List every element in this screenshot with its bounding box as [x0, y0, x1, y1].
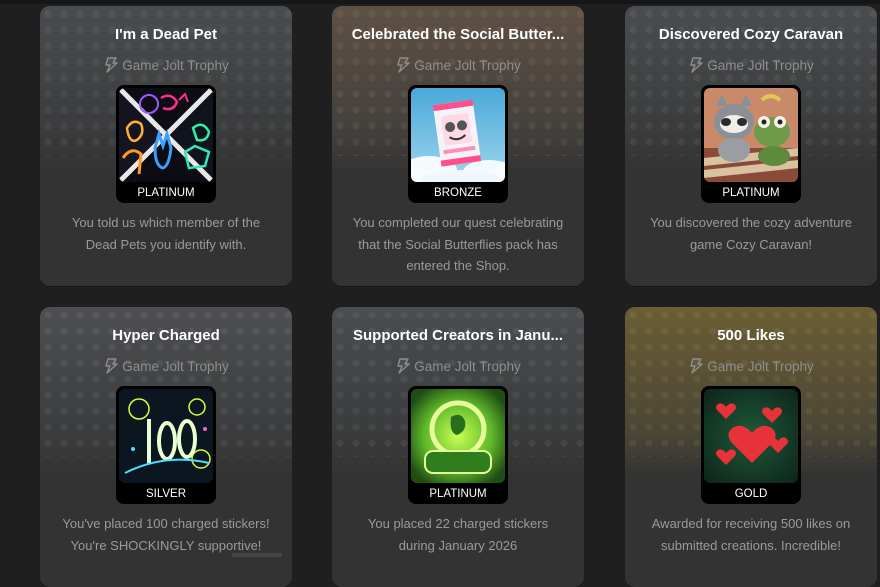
trophy-title: Hyper Charged — [112, 327, 220, 344]
trophy-description: You discovered the cozy adventure game C… — [650, 215, 852, 252]
trophy-thumbnail: PLATINUM — [408, 386, 508, 504]
trophy-source: Game Jolt Trophy — [332, 358, 584, 377]
trophy-thumbnail: GOLD — [701, 386, 801, 504]
trophy-title: I'm a Dead Pet — [115, 26, 217, 43]
trophy-card-cozy-caravan[interactable]: Discovered Cozy Caravan Game Jolt Trophy — [625, 6, 877, 286]
trophy-source: Game Jolt Trophy — [332, 57, 584, 76]
trophy-tier: BRONZE — [434, 187, 482, 199]
trophy-title: 500 Likes — [717, 327, 785, 344]
trophy-thumbnail: SILVER — [116, 386, 216, 504]
trophy-source-label: Game Jolt Trophy — [707, 58, 814, 73]
sticker-pack-art-icon — [411, 88, 505, 182]
trophy-tier: SILVER — [145, 488, 187, 500]
trophy-card-hyper-charged[interactable]: Hyper Charged Game Jolt Trophy SILVER Yo… — [40, 307, 292, 587]
trophy-card-supported-creators[interactable]: Supported Creators in Janu... Game Jolt … — [332, 307, 584, 587]
game-jolt-bolt-icon — [688, 57, 704, 76]
trophy-title: Supported Creators in Janu... — [352, 327, 564, 344]
trophy-card-social-butterflies[interactable]: Celebrated the Social Butter... Game Jol… — [332, 6, 584, 286]
trophy-source-label: Game Jolt Trophy — [122, 58, 229, 73]
trophy-thumbnail: PLATINUM — [116, 85, 216, 203]
trophy-tier: PLATINUM — [137, 187, 195, 199]
scroll-indicator[interactable] — [232, 553, 282, 557]
trophy-grid: I'm a Dead Pet Game Jolt Trophy PLATINUM… — [0, 0, 880, 587]
trophy-source-label: Game Jolt Trophy — [414, 359, 521, 374]
game-jolt-bolt-icon — [395, 358, 411, 377]
hyper-charged-art-icon — [119, 389, 213, 483]
trophy-description: You completed our quest celebrating that… — [352, 215, 564, 273]
trophy-source: Game Jolt Trophy — [40, 57, 292, 76]
trophy-card-dead-pet[interactable]: I'm a Dead Pet Game Jolt Trophy PLATINUM… — [40, 6, 292, 286]
game-jolt-bolt-icon — [103, 358, 119, 377]
trophy-thumbnail: PLATINUM — [701, 85, 801, 203]
trophy-description: You've placed 100 charged stickers! You'… — [62, 516, 270, 553]
trophy-source: Game Jolt Trophy — [40, 358, 292, 377]
trophy-thumbnail: BRONZE — [408, 85, 508, 203]
trophy-card-500-likes[interactable]: 500 Likes Game Jolt Trophy GOLD Awarded … — [625, 307, 877, 587]
trophy-source: Game Jolt Trophy — [625, 358, 877, 377]
trophy-title: Discovered Cozy Caravan — [658, 26, 844, 43]
trophy-source: Game Jolt Trophy — [625, 57, 877, 76]
game-jolt-bolt-icon — [688, 358, 704, 377]
game-jolt-bolt-icon — [395, 57, 411, 76]
trophy-tier: PLATINUM — [429, 488, 487, 500]
dead-pets-art-icon — [119, 88, 213, 182]
trophy-source-label: Game Jolt Trophy — [122, 359, 229, 374]
trophy-description: Awarded for receiving 500 likes on submi… — [651, 516, 851, 553]
trophy-title: Celebrated the Social Butter... — [351, 26, 565, 43]
game-jolt-bolt-icon — [103, 57, 119, 76]
trophy-source-label: Game Jolt Trophy — [414, 58, 521, 73]
creators-2026-art-icon — [411, 389, 505, 483]
trophy-tier: GOLD — [734, 488, 768, 500]
trophy-source-label: Game Jolt Trophy — [707, 359, 814, 374]
trophy-tier: PLATINUM — [722, 187, 780, 199]
trophy-description: You told us which member of the Dead Pet… — [71, 215, 261, 252]
trophy-description: You placed 22 charged stickers during Ja… — [367, 516, 549, 553]
cozy-caravan-art-icon — [704, 88, 798, 182]
hearts-art-icon — [704, 389, 798, 483]
